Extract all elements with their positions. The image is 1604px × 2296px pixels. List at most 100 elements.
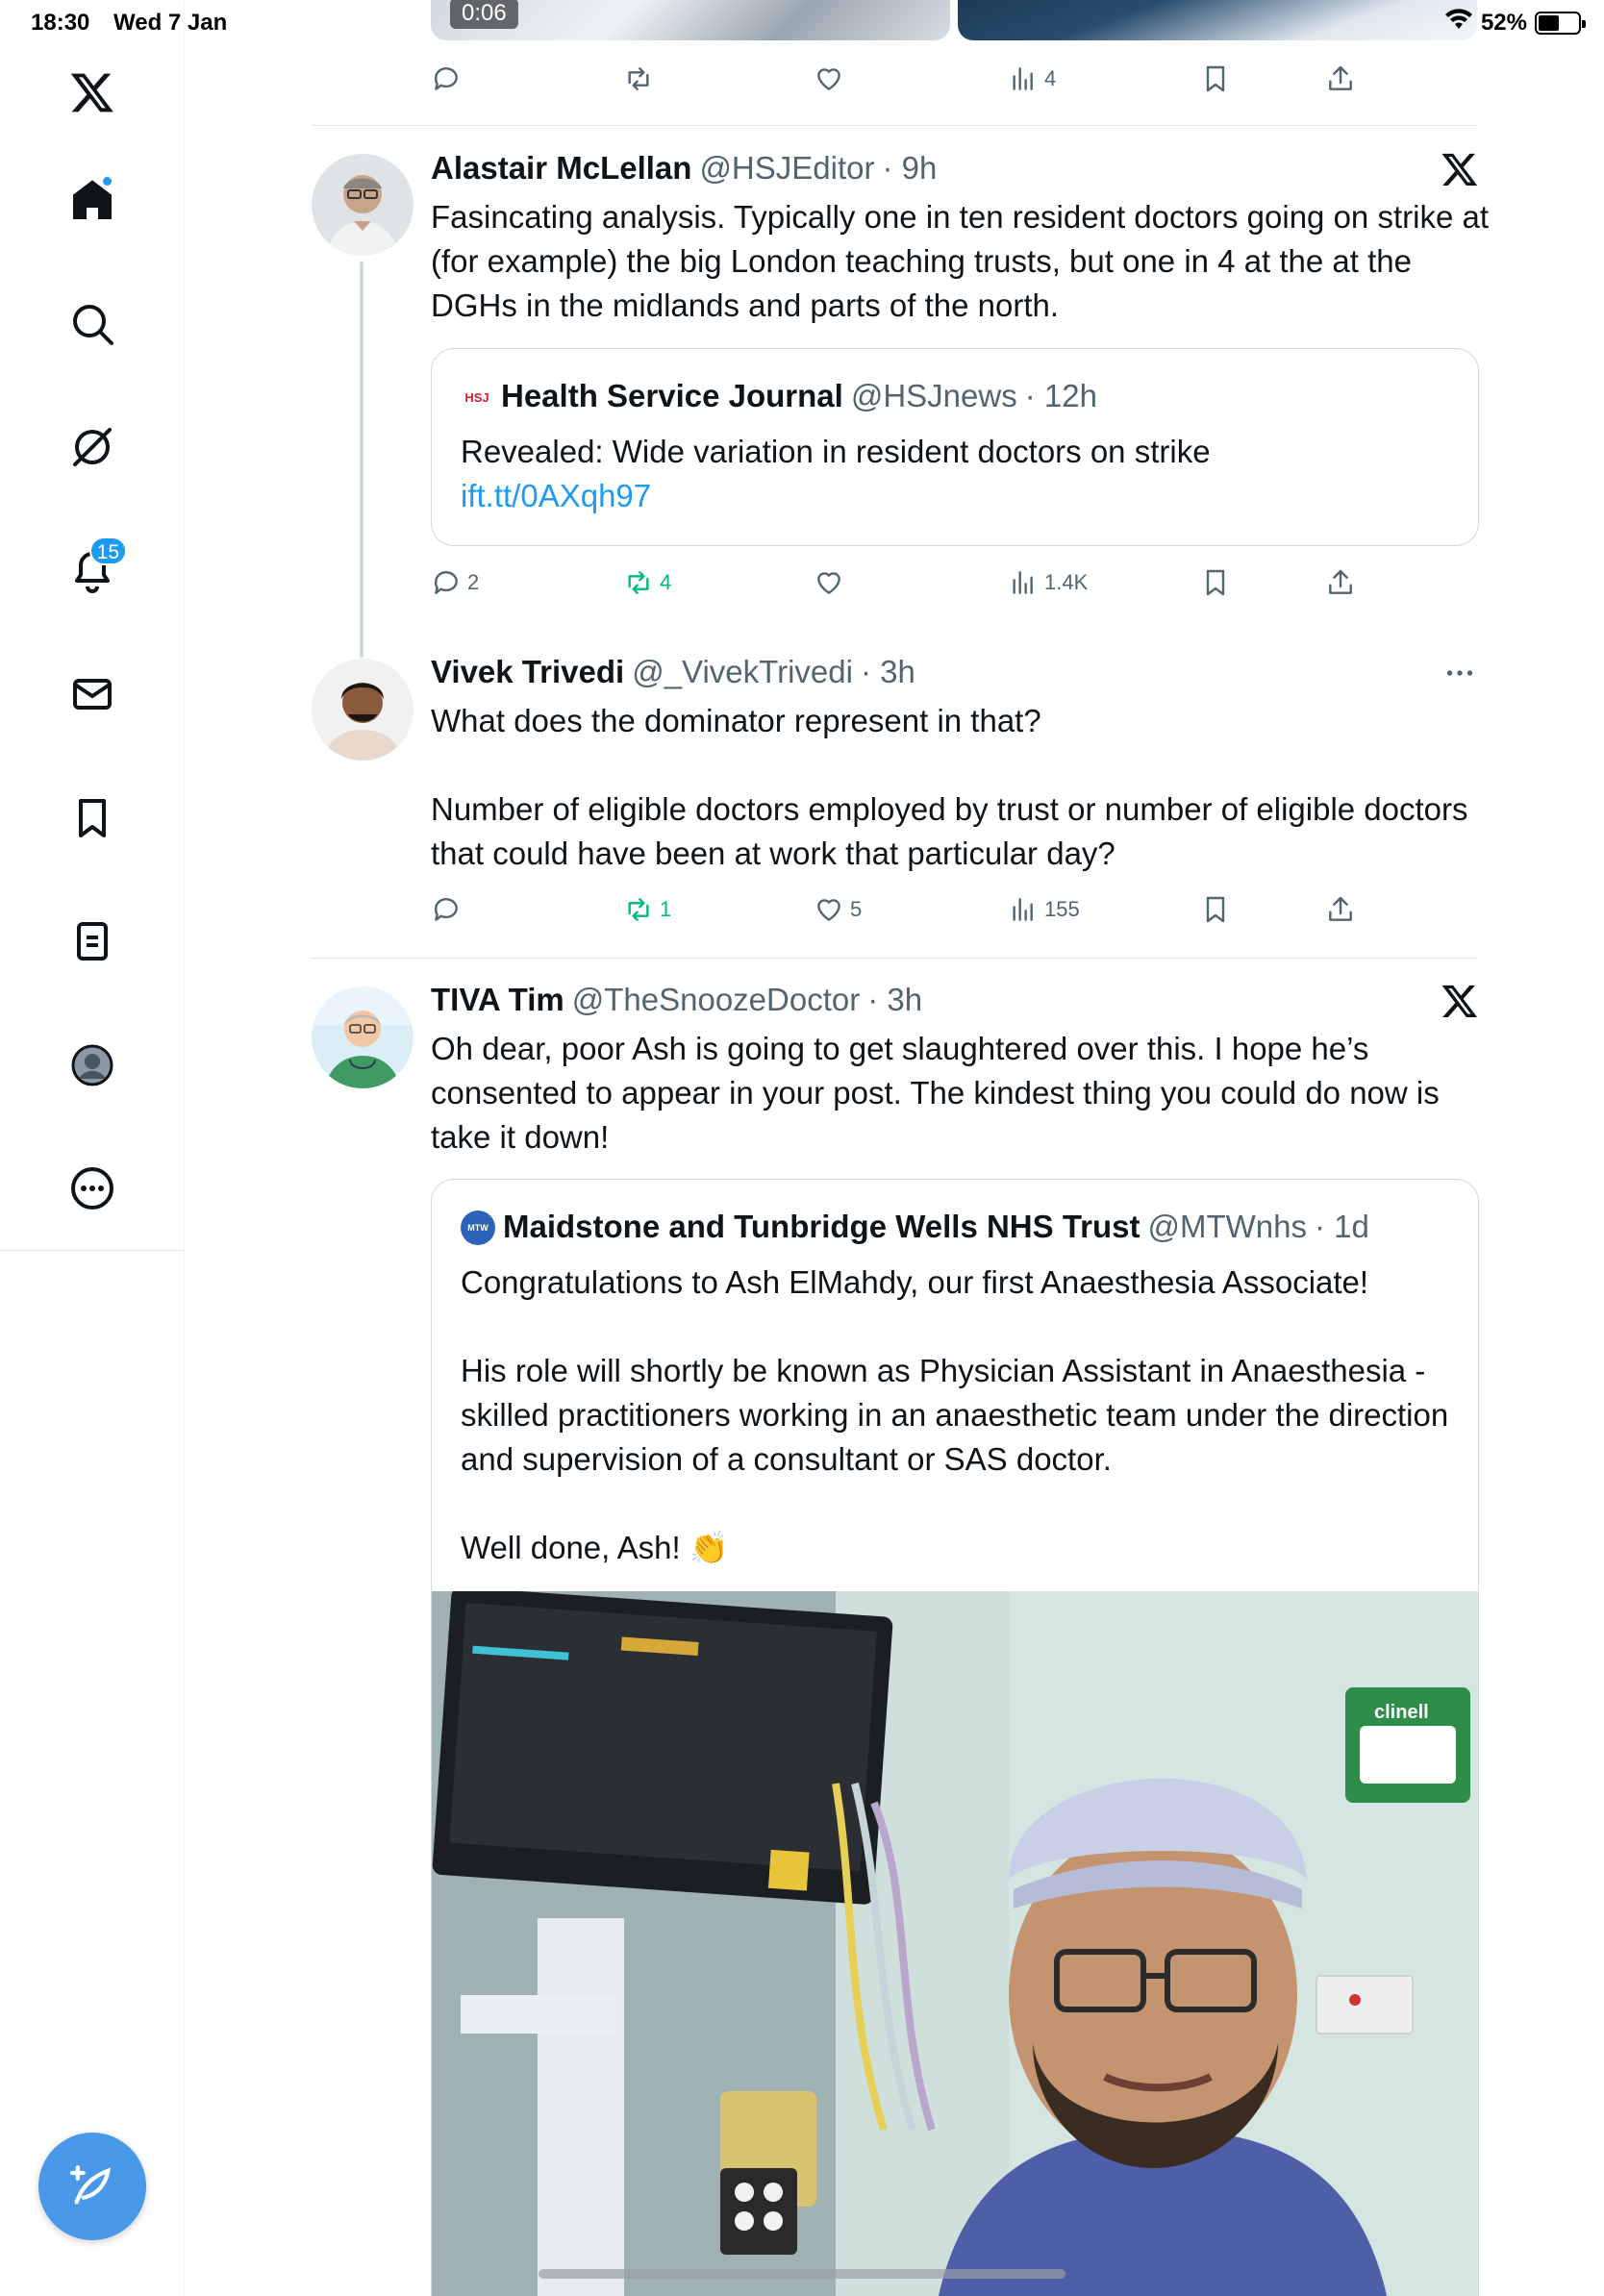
share-icon: [1329, 65, 1352, 90]
like-button[interactable]: [814, 560, 844, 606]
share-icon: [1329, 896, 1352, 921]
sidebar-item-notifications[interactable]: 15: [54, 533, 131, 610]
quote-display-name: Health Service Journal: [501, 378, 843, 413]
quote-handle: @MTWnhs: [1147, 1209, 1308, 1244]
x-logo-icon[interactable]: [54, 54, 131, 131]
wifi-icon: [1444, 8, 1473, 37]
quote-timestamp: · 1d: [1315, 1209, 1369, 1244]
quote-tweet-mtw[interactable]: MTW Maidstone and Tunbridge Wells NHS Tr…: [431, 1179, 1479, 2296]
like-count: 5: [850, 897, 863, 921]
tweet-text: What does the dominator represent in tha…: [431, 703, 1468, 871]
notifications-badge: 15: [88, 537, 127, 565]
tweet-header: Vivek Trivedi @_VivekTrivedi · 3h: [431, 654, 915, 692]
thread-line: [360, 262, 363, 658]
tweet-header: TIVA Tim @TheSnoozeDoctor · 3h: [431, 982, 922, 1020]
avatar[interactable]: [312, 986, 414, 1088]
status-time: 18:30: [31, 10, 90, 36]
tweet-actions: 2 4 1.4K: [431, 560, 1373, 606]
previous-tweet-actions: 4: [431, 56, 1373, 102]
bookmark-button[interactable]: [1200, 560, 1231, 606]
reply-icon: [434, 67, 458, 90]
battery-icon: [1535, 11, 1586, 35]
reply-button[interactable]: [431, 56, 462, 102]
sidebar-item-lists[interactable]: [54, 903, 131, 980]
more-horizontal-icon: [1446, 670, 1473, 676]
bookmark-button[interactable]: [1200, 886, 1231, 933]
repost-icon: [628, 898, 649, 921]
quote-header: MTW Maidstone and Tunbridge Wells NHS Tr…: [461, 1209, 1369, 1247]
tweet-text: Oh dear, poor Ash is going to get slaugh…: [431, 1031, 1448, 1155]
timeline: 0:06 4 Alastair McLellan @HSJEditor · 9h…: [185, 0, 1604, 2296]
timestamp[interactable]: · 3h: [861, 654, 915, 690]
display-name[interactable]: TIVA Tim: [431, 982, 564, 1018]
mtw-logo: MTW: [461, 1210, 495, 1245]
quote-photo[interactable]: clinell: [432, 1591, 1478, 2296]
handle[interactable]: @TheSnoozeDoctor: [572, 982, 860, 1018]
status-bar: 18:30 Wed 7 Jan 52%: [0, 0, 1604, 44]
avatar[interactable]: [312, 659, 414, 761]
bookmark-icon: [79, 799, 106, 837]
display-name[interactable]: Alastair McLellan: [431, 150, 691, 187]
quote-handle: @HSJnews: [850, 378, 1017, 413]
sidebar-item-bookmarks[interactable]: [54, 780, 131, 857]
quote-text: Congratulations to Ash ElMahdy, our firs…: [461, 1264, 1449, 1565]
tweet-divider: [312, 125, 1477, 126]
home-unread-dot: [101, 175, 113, 187]
avatar[interactable]: [312, 154, 414, 256]
like-button[interactable]: [814, 56, 844, 102]
compose-button[interactable]: [38, 2133, 146, 2240]
timestamp[interactable]: · 9h: [883, 150, 938, 187]
reply-icon: [434, 571, 458, 594]
repost-count: 4: [660, 570, 672, 594]
compose-icon: [69, 2165, 112, 2205]
quote-timestamp: · 12h: [1024, 378, 1097, 413]
quote-body: Revealed: Wide variation in resident doc…: [461, 434, 1219, 469]
repost-icon: [628, 571, 649, 594]
more-circle-icon: [71, 1167, 113, 1210]
views-count: 4: [1044, 66, 1057, 90]
share-button[interactable]: [1325, 886, 1356, 933]
like-button[interactable]: 5: [814, 886, 862, 933]
quote-link[interactable]: ift.tt/0AXqh97: [461, 478, 651, 513]
quote-display-name: Maidstone and Tunbridge Wells NHS Trust: [503, 1209, 1140, 1244]
x-logo-icon: [1441, 150, 1479, 188]
more-options-button[interactable]: [1441, 656, 1479, 694]
heart-icon: [817, 68, 840, 90]
bookmark-button[interactable]: [1200, 56, 1231, 102]
repost-button[interactable]: [623, 56, 654, 102]
heart-icon: [817, 899, 840, 921]
views-button[interactable]: 155: [1008, 886, 1080, 933]
share-button[interactable]: [1325, 56, 1356, 102]
battery-percent: 52%: [1480, 9, 1527, 36]
status-indicators: 52%: [1444, 8, 1586, 37]
sidebar-item-grok[interactable]: [54, 409, 131, 486]
handle[interactable]: @HSJEditor: [699, 150, 874, 187]
sidebar-item-home[interactable]: [54, 162, 131, 238]
grok-icon: [73, 428, 112, 466]
views-button[interactable]: 1.4K: [1008, 560, 1088, 606]
sidebar-item-messages[interactable]: [54, 656, 131, 733]
analytics-icon: [1013, 67, 1033, 90]
handle[interactable]: @_VivekTrivedi: [632, 654, 853, 690]
sidebar-item-more[interactable]: [54, 1150, 131, 1227]
sidebar-item-search[interactable]: [54, 286, 131, 362]
bookmark-icon: [1206, 65, 1225, 92]
clinell-label: clinell: [1374, 1702, 1429, 1723]
timestamp[interactable]: · 3h: [867, 982, 922, 1018]
share-button[interactable]: [1325, 560, 1356, 606]
sidebar-item-profile[interactable]: [54, 1027, 131, 1104]
reply-button[interactable]: 2: [431, 560, 479, 606]
views-button[interactable]: 4: [1008, 56, 1056, 102]
reply-icon: [434, 898, 458, 921]
reply-button[interactable]: [431, 886, 462, 933]
home-indicator: [539, 2269, 1065, 2279]
status-date: Wed 7 Jan: [113, 10, 228, 36]
profile-icon: [71, 1044, 113, 1086]
tweet-actions: 1 5 155: [431, 886, 1373, 933]
repost-icon: [628, 67, 649, 90]
quote-tweet-hsj[interactable]: HSJ Health Service Journal @HSJnews · 12…: [431, 348, 1479, 546]
display-name[interactable]: Vivek Trivedi: [431, 654, 624, 690]
sidebar-divider: [0, 1250, 185, 1251]
repost-button[interactable]: 1: [623, 886, 671, 933]
repost-button[interactable]: 4: [623, 560, 671, 606]
